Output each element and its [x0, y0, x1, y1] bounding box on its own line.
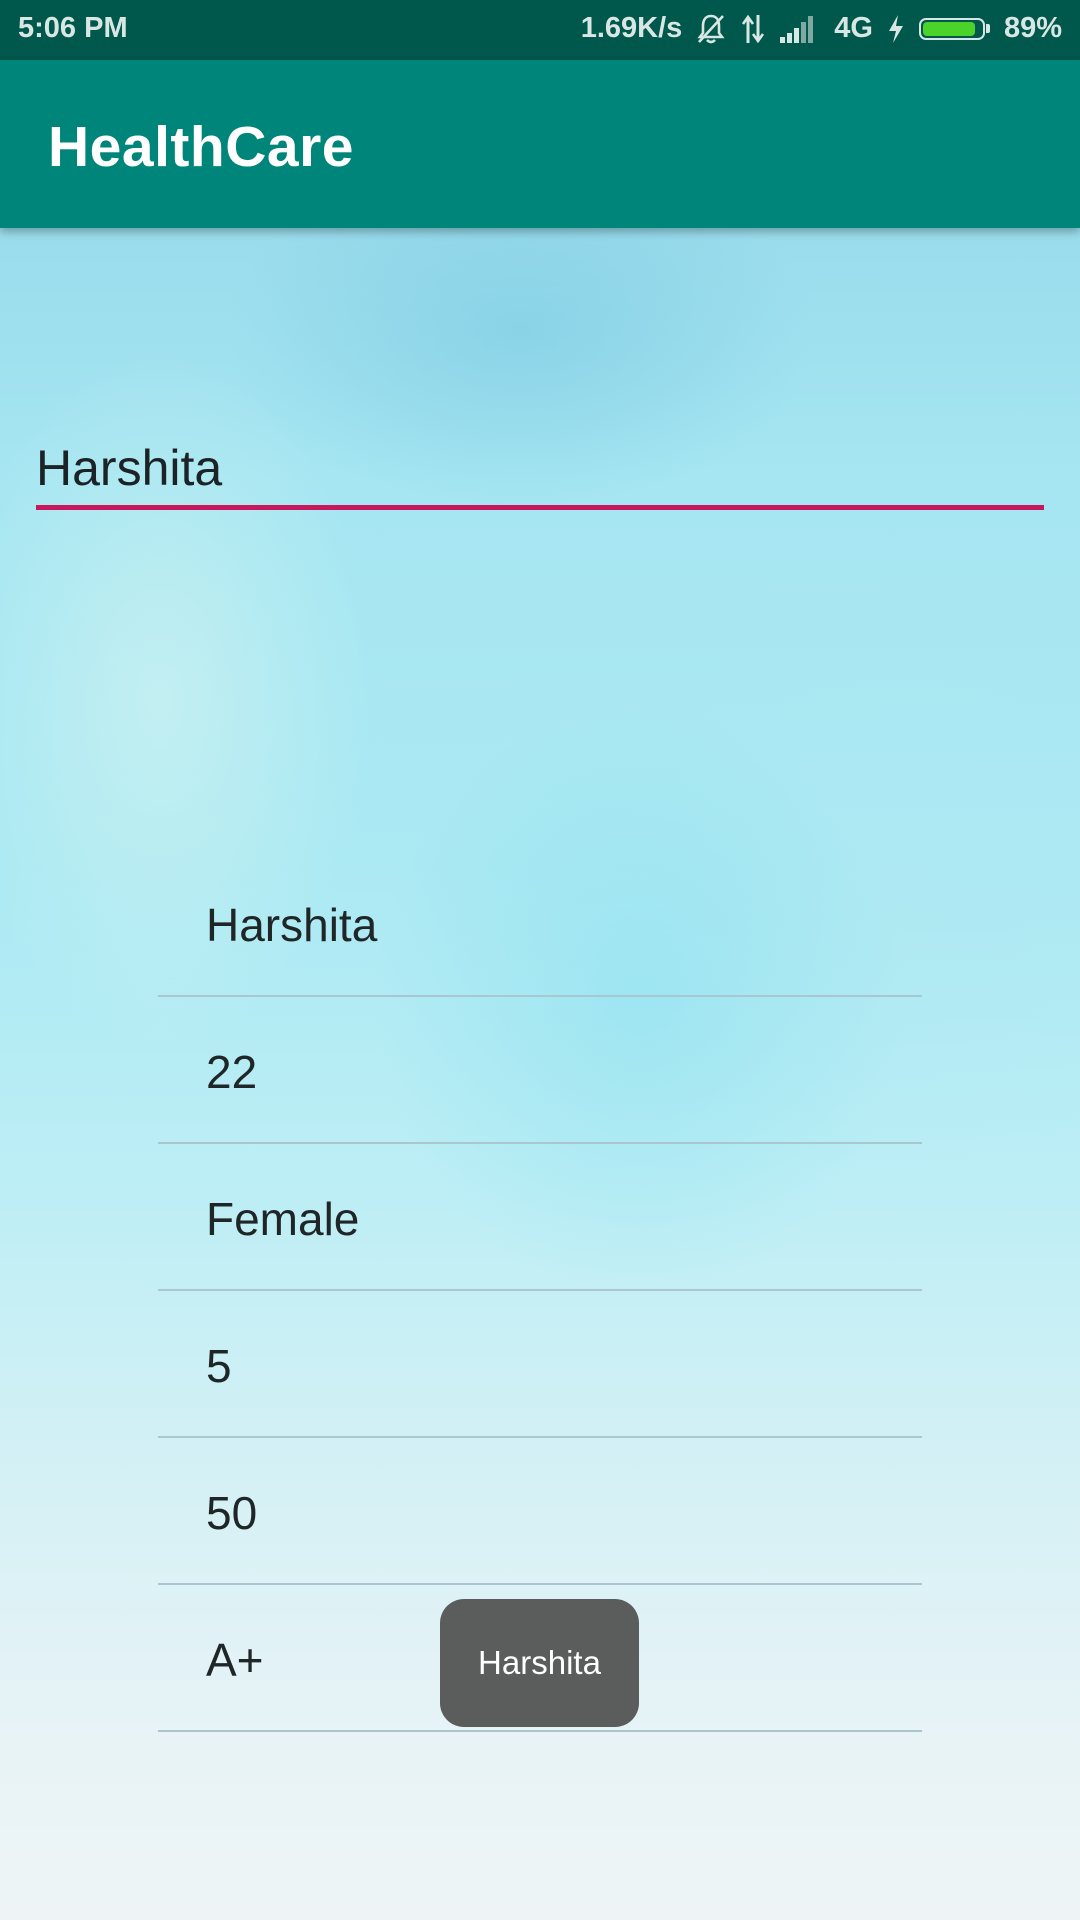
signal-icon: [780, 15, 820, 43]
list-item-name[interactable]: Harshita: [158, 850, 922, 997]
list-item-text: 22: [206, 1046, 258, 1098]
screen: 5:06 PM 1.69K/s 4G 89% HealthCare Harshi…: [0, 0, 1080, 1920]
status-icons: 1.69K/s 4G 89%: [581, 12, 1062, 45]
list-item-text: Harshita: [206, 899, 378, 951]
list-item-gender[interactable]: Female: [158, 1144, 922, 1291]
list-item-text: A+: [206, 1634, 264, 1686]
toast-message: Harshita: [440, 1599, 639, 1727]
name-search-input[interactable]: [36, 430, 1044, 510]
list-item-text: Female: [206, 1193, 360, 1245]
list-item-text: 50: [206, 1487, 258, 1539]
app-bar: HealthCare: [0, 60, 1080, 228]
app-title: HealthCare: [48, 115, 354, 179]
battery-icon: [918, 17, 990, 40]
data-arrows-icon: [740, 13, 766, 45]
charging-icon: [887, 14, 905, 44]
list-item-weight[interactable]: 50: [158, 1438, 922, 1585]
list-item-age[interactable]: 22: [158, 997, 922, 1144]
list-item-text: 5: [206, 1340, 232, 1392]
list-item-height[interactable]: 5: [158, 1291, 922, 1438]
battery-percent: 89%: [1003, 12, 1062, 44]
toast-text: Harshita: [478, 1644, 601, 1681]
status-bar: 5:06 PM 1.69K/s 4G 89%: [0, 0, 1080, 60]
network-speed: 1.69K/s: [580, 12, 683, 44]
status-time: 5:06 PM: [18, 12, 128, 44]
network-type: 4G: [834, 12, 873, 44]
mute-bell-icon: [696, 13, 726, 45]
battery-level: [922, 21, 975, 36]
